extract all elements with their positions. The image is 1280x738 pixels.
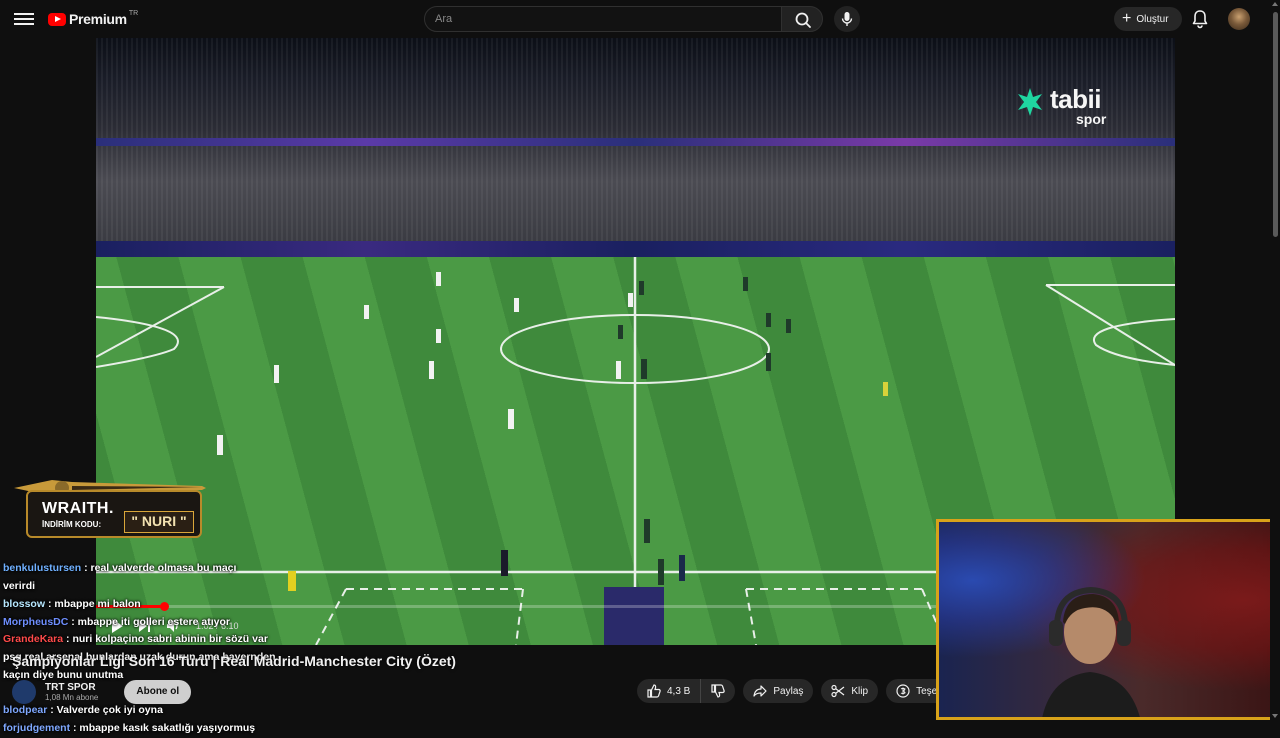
super-thanks-icon [896, 684, 910, 698]
chat-overlay: benkulustursen : real valverde olmasa bu… [0, 560, 300, 738]
search-button[interactable] [781, 6, 823, 32]
chat-message: : real valverde olmasa bu maçı [84, 562, 237, 574]
sponsor-code: " NURI " [124, 511, 194, 533]
stadium-ad-board-bottom [96, 241, 1175, 257]
chat-user: MorpheusDC [3, 615, 69, 628]
create-label: Oluştur [1136, 13, 1169, 25]
account-avatar[interactable] [1228, 8, 1250, 30]
broadcaster-logo: tabii spor [1014, 84, 1124, 128]
chat-user: blossow [3, 597, 46, 610]
streamer-figure [1042, 586, 1140, 717]
create-button[interactable]: + Oluştur [1114, 7, 1182, 31]
chat-message: verirdi [3, 579, 36, 592]
clip-label: Klip [851, 685, 869, 697]
scissors-icon [831, 684, 845, 698]
channel-meta: TRT SPOR 1,08 Mn abone [45, 682, 98, 702]
subscribe-button[interactable]: Abone ol [124, 680, 192, 704]
sponsor-code-label: İNDİRİM KODU: [42, 520, 102, 529]
thumbs-down-icon [711, 684, 726, 698]
like-button[interactable]: 4,3 B [637, 679, 702, 703]
like-dislike-group: 4,3 B [637, 679, 736, 703]
chat-line: forjudgement : mbappe kasık sakatlığı ya… [0, 720, 300, 738]
logo-region: TR [128, 9, 139, 17]
video-actions: 4,3 B Paylaş Klip Teşekkürler [637, 679, 957, 703]
channel-subscribers: 1,08 Mn abone [45, 693, 99, 702]
channel-name[interactable]: TRT SPOR [45, 682, 98, 693]
chat-line: verirdi [0, 578, 300, 596]
chat-user: benkulustursen [3, 562, 82, 574]
search-input[interactable] [425, 7, 781, 31]
chat-message: : mbappe mi balon [47, 597, 141, 610]
microphone-icon [841, 12, 853, 26]
notifications-bell-icon[interactable] [1191, 9, 1209, 29]
streamer-webcam [936, 519, 1280, 720]
chat-line: GrandeKara : nuri kolpaçino sabri abinin… [0, 631, 300, 649]
chat-user: GrandeKara [3, 633, 64, 646]
share-button[interactable]: Paylaş [743, 679, 814, 703]
scroll-up-icon[interactable] [1272, 2, 1278, 6]
top-bar: Premium TR + Oluştur [0, 0, 1280, 38]
plus-icon: + [1122, 10, 1132, 27]
chat-message: : nuri kolpaçino sabri abinin bir sözü v… [66, 633, 268, 646]
chat-line: benkulustursen : real valverde olmasa bu… [0, 560, 300, 578]
youtube-logo[interactable]: Premium TR [48, 10, 138, 28]
page-scrollbar[interactable] [1270, 0, 1280, 720]
chat-message: : mbappe kasık sakatlığı yaşıyormuş [73, 721, 256, 734]
dislike-button[interactable] [701, 679, 735, 703]
chat-user: forjudgement [3, 721, 71, 734]
share-icon [753, 685, 767, 697]
play-logo-icon [48, 12, 66, 26]
search-box [424, 6, 782, 32]
thumbs-up-icon [647, 684, 661, 698]
chat-line: blossow : mbappe mi balon [0, 596, 300, 614]
like-count: 4,3 B [667, 685, 691, 697]
search-icon [795, 12, 811, 28]
scroll-down-icon[interactable] [1272, 714, 1278, 718]
share-label: Paylaş [773, 685, 804, 697]
voice-search-button[interactable] [834, 6, 860, 32]
sponsor-banner: WRAITH. İNDİRİM KODU: " NURI " [12, 458, 206, 542]
menu-icon[interactable] [14, 10, 34, 28]
broadcaster-sub: spor [1076, 111, 1107, 127]
channel-avatar[interactable] [12, 680, 36, 704]
scrollbar-thumb[interactable] [1273, 12, 1278, 237]
chat-line: MorpheusDC : mbappe iti golleri estere a… [0, 614, 300, 632]
channel-row: TRT SPOR 1,08 Mn abone Abone ol [12, 677, 192, 707]
chat-message: : mbappe iti golleri estere atıyor [71, 615, 230, 628]
sponsor-title: WRAITH. [42, 500, 114, 517]
video-title: Şampiyonlar Ligi Son 16 Turu | Real Madr… [12, 653, 456, 669]
clip-button[interactable]: Klip [821, 679, 879, 703]
logo-text: Premium [69, 11, 127, 27]
tabii-star-icon [1018, 88, 1042, 116]
stadium-ad-board-top [96, 138, 1175, 146]
